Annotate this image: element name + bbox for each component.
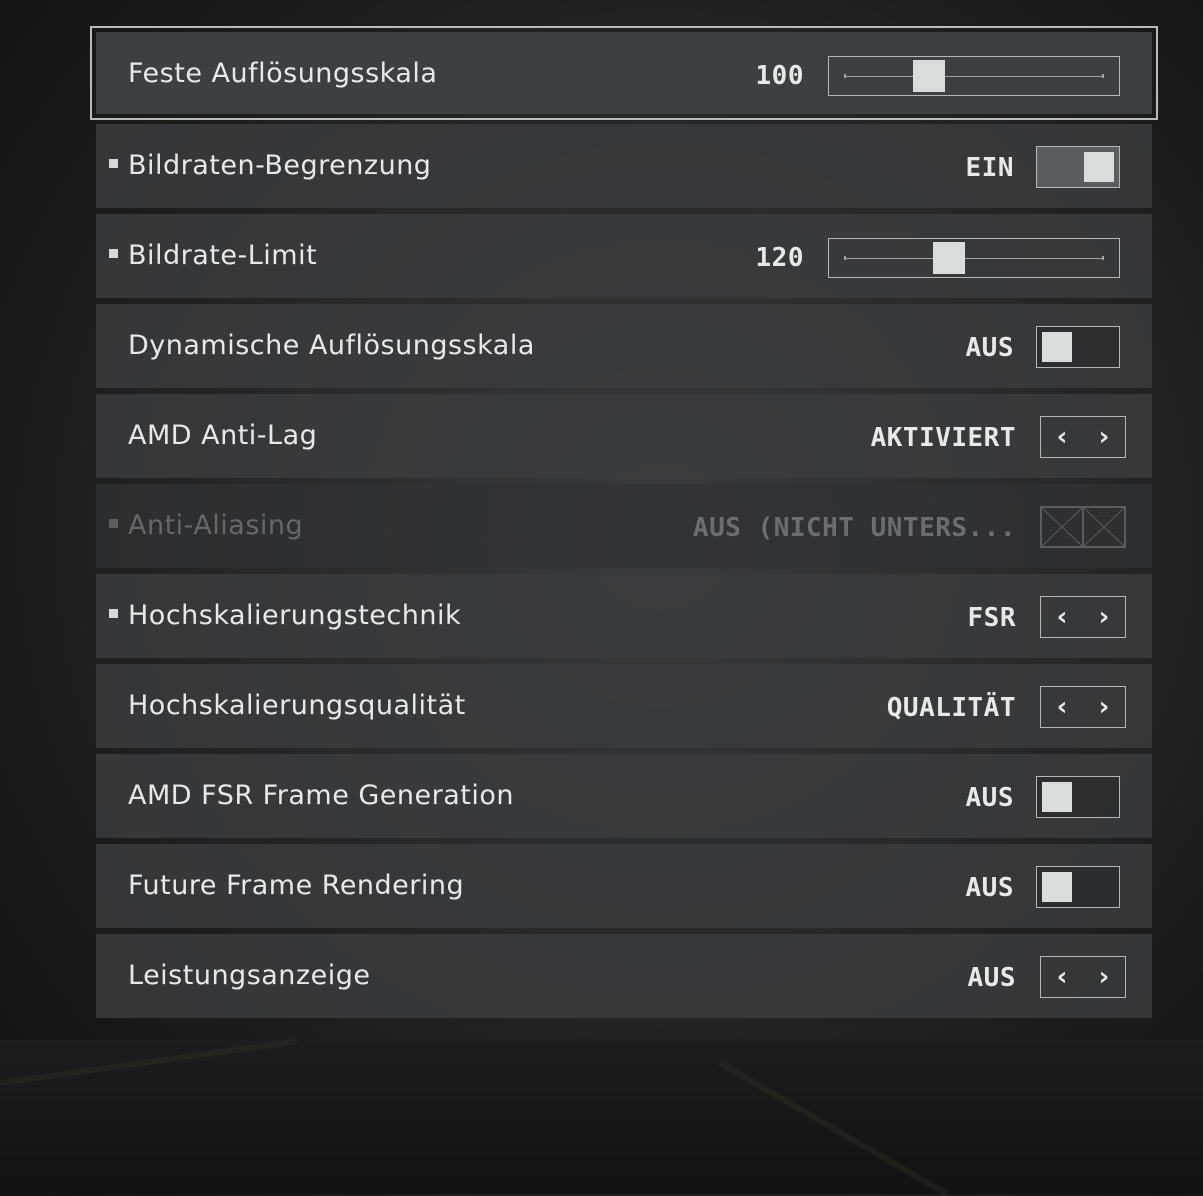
setting-label: AMD FSR Frame Generation xyxy=(128,780,515,811)
setting-label: Bildrate-Limit xyxy=(128,240,318,271)
value-slider[interactable] xyxy=(828,56,1120,96)
setting-row-hochskalierungstechnik[interactable]: Hochskalierungstechnik FSR ‹ › xyxy=(96,574,1152,658)
setting-label: Bildraten-Begrenzung xyxy=(128,150,432,181)
option-stepper-disabled xyxy=(1040,506,1126,548)
chevron-left-icon[interactable]: ‹ xyxy=(1041,687,1083,727)
setting-label: Hochskalierungsqualität xyxy=(128,690,466,721)
option-stepper[interactable]: ‹ › xyxy=(1040,416,1126,458)
setting-row-future-frame-rendering[interactable]: Future Frame Rendering AUS xyxy=(96,844,1152,928)
setting-value: FSR xyxy=(967,603,1016,633)
chevron-left-icon[interactable]: ‹ xyxy=(1041,597,1083,637)
setting-row-dynamische-auflösungsskala[interactable]: Dynamische Auflösungsskala AUS xyxy=(96,304,1152,388)
setting-row-feste-auflösungsskala[interactable]: Feste Auflösungsskala 100 xyxy=(90,26,1158,120)
settings-list: Feste Auflösungsskala 100 Bildraten-Begren… xyxy=(90,26,1158,1024)
setting-value: 120 xyxy=(755,243,804,273)
setting-row-hochskalierungsqualität[interactable]: Hochskalierungsqualität QUALITÄT ‹ › xyxy=(96,664,1152,748)
setting-label: AMD Anti-Lag xyxy=(128,420,318,451)
chevron-left-icon[interactable]: ‹ xyxy=(1041,957,1083,997)
setting-value: AKTIVIERT xyxy=(870,423,1016,453)
toggle-knob xyxy=(1042,872,1072,902)
toggle-switch[interactable] xyxy=(1036,146,1120,188)
toggle-knob xyxy=(1042,332,1072,362)
chevron-right-icon[interactable]: › xyxy=(1083,417,1125,457)
setting-row-amd-fsr-frame-generation[interactable]: AMD FSR Frame Generation AUS xyxy=(96,754,1152,838)
toggle-switch[interactable] xyxy=(1036,326,1120,368)
setting-row-leistungsanzeige[interactable]: Leistungsanzeige AUS ‹ › xyxy=(96,934,1152,1018)
setting-value: EIN xyxy=(965,153,1014,183)
setting-row-amd-anti-lag[interactable]: AMD Anti-Lag AKTIVIERT ‹ › xyxy=(96,394,1152,478)
setting-row-anti-aliasing: Anti-Aliasing AUS (NICHT UNTERS... xyxy=(96,484,1152,568)
crossed-box-icon xyxy=(1041,507,1083,547)
setting-label: Future Frame Rendering xyxy=(128,870,465,901)
setting-value: 100 xyxy=(755,61,804,91)
setting-value: AUS xyxy=(965,783,1014,813)
slider-thumb[interactable] xyxy=(912,60,945,92)
changed-indicator-bullet xyxy=(109,159,118,168)
slider-track xyxy=(845,76,1103,77)
option-stepper[interactable]: ‹ › xyxy=(1040,686,1126,728)
setting-row-bildrate-limit[interactable]: Bildrate-Limit 120 xyxy=(96,214,1152,298)
slider-track xyxy=(845,258,1103,259)
crossed-box-icon xyxy=(1083,507,1125,547)
background-stripe xyxy=(718,1060,947,1196)
setting-label: Hochskalierungstechnik xyxy=(128,600,462,631)
slider-track-end xyxy=(1102,74,1104,78)
setting-value: AUS xyxy=(965,873,1014,903)
background-floor xyxy=(0,1040,1203,1194)
value-slider[interactable] xyxy=(828,238,1120,278)
slider-track-start xyxy=(844,256,846,260)
chevron-right-icon[interactable]: › xyxy=(1083,687,1125,727)
slider-thumb[interactable] xyxy=(933,242,966,274)
toggle-switch[interactable] xyxy=(1036,866,1120,908)
changed-indicator-bullet xyxy=(109,609,118,618)
setting-label: Anti-Aliasing xyxy=(128,510,304,541)
chevron-left-icon[interactable]: ‹ xyxy=(1041,417,1083,457)
setting-value: AUS (NICHT UNTERS... xyxy=(692,513,1016,543)
changed-indicator-bullet xyxy=(109,249,118,258)
slider-track-end xyxy=(1102,256,1104,260)
chevron-right-icon[interactable]: › xyxy=(1083,597,1125,637)
setting-label: Leistungsanzeige xyxy=(128,960,371,991)
option-stepper[interactable]: ‹ › xyxy=(1040,596,1126,638)
background-stripe xyxy=(0,1038,298,1086)
option-stepper[interactable]: ‹ › xyxy=(1040,956,1126,998)
toggle-switch[interactable] xyxy=(1036,776,1120,818)
setting-value: QUALITÄT xyxy=(886,693,1016,723)
setting-row-bildraten-begrenzung[interactable]: Bildraten-Begrenzung EIN xyxy=(96,124,1152,208)
setting-label: Feste Auflösungsskala xyxy=(128,58,438,89)
setting-value: AUS xyxy=(967,963,1016,993)
slider-track-start xyxy=(844,74,846,78)
changed-indicator-bullet xyxy=(109,519,118,528)
toggle-knob xyxy=(1042,782,1072,812)
setting-value: AUS xyxy=(965,333,1014,363)
toggle-knob xyxy=(1084,152,1114,182)
chevron-right-icon[interactable]: › xyxy=(1083,957,1125,997)
setting-label: Dynamische Auflösungsskala xyxy=(128,330,535,361)
